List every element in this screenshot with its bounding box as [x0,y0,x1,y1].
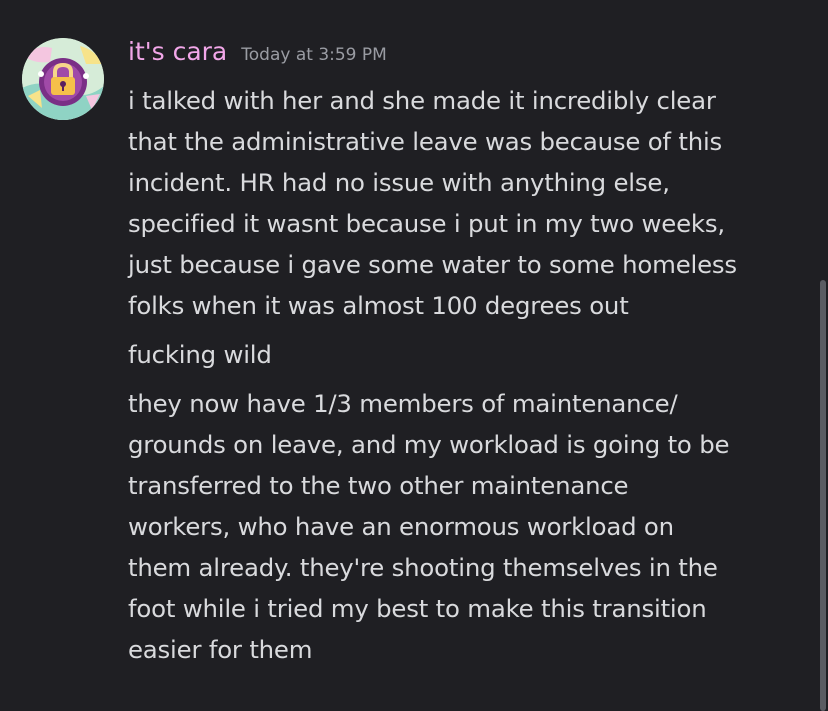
message-text-3: they now have 1/3 members of maintenance… [128,383,808,670]
message-line: folks when it was almost 100 degrees out [128,291,629,320]
scrollbar[interactable] [818,280,828,711]
scrollbar-thumb[interactable] [820,280,826,711]
message-line: foot while i tried my best to make this … [128,594,707,623]
message-line: grounds on leave, and my workload is goi… [128,430,730,459]
message-line: them already. they're shooting themselve… [128,553,718,582]
message-line: incident. HR had no issue with anything … [128,168,670,197]
message-text-2: fucking wild [128,334,808,375]
message-line: specified it wasnt because i put in my t… [128,209,725,238]
message-line: just because i gave some water to some h… [128,250,737,279]
message-line: they now have 1/3 members of maintenance… [128,389,678,418]
message-header: it's cara Today at 3:59 PM [128,37,387,73]
message-line: easier for them [128,635,313,664]
message-timestamp: Today at 3:59 PM [241,45,387,65]
message-line: that the administrative leave was becaus… [128,127,723,156]
message-line: i talked with her and she made it incred… [128,86,716,115]
message-line: workers, who have an enormous workload o… [128,512,674,541]
lock-avatar-icon [22,38,104,120]
message-text-1: i talked with her and she made it incred… [128,80,808,326]
chat-area: it's cara Today at 3:59 PM i talked with … [0,0,828,711]
author-name[interactable]: it's cara [128,37,227,66]
message-group: i talked with her and she made it incred… [128,80,808,670]
message-line: fucking wild [128,340,272,369]
user-avatar[interactable] [22,38,104,120]
message-line: transferred to the two other maintenance [128,471,629,500]
